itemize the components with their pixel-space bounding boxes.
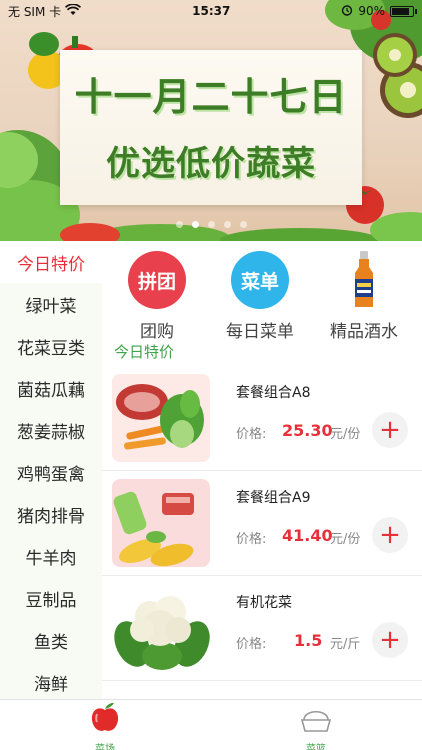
drinks-label: 精品酒水 <box>330 322 398 342</box>
product-image <box>112 584 210 672</box>
add-to-cart-button[interactable]: + <box>372 517 408 553</box>
product-price: 1.5 <box>294 631 323 650</box>
category-sidebar: 今日特价 绿叶菜 花菜豆类 菌菇瓜藕 葱姜蒜椒 鸡鸭蛋禽 猪肉排骨 牛羊肉 豆制品 鱼类 海鲜 <box>0 241 102 699</box>
daily-menu-label: 每日菜单 <box>226 322 294 342</box>
pagination-dot[interactable] <box>191 221 199 228</box>
sidebar-item[interactable]: 牛羊肉 <box>0 535 102 577</box>
pagination-dot[interactable] <box>207 221 215 228</box>
plus-icon: + <box>379 520 401 550</box>
sidebar-item[interactable]: 海鲜 <box>0 661 102 703</box>
apple-icon <box>88 700 122 738</box>
wifi-icon <box>65 2 82 19</box>
carrier-text: 无 SIM 卡 <box>8 4 62 19</box>
tab-basket[interactable]: 菜篮 <box>276 700 356 750</box>
banner-date-text: 十一月二十七日 <box>74 75 348 119</box>
basket-icon <box>299 700 333 738</box>
product-image <box>112 374 210 462</box>
product-price: 41.40 <box>282 526 333 545</box>
beer-bottle-icon <box>335 251 393 309</box>
daily-menu-badge: 菜单 <box>231 251 289 309</box>
promo-banner[interactable]: 无 SIM 卡 15:37 90% 十一月二十七日 优选低价蔬菜 <box>0 0 422 241</box>
banner-slogan-text: 优选低价蔬菜 <box>106 144 316 184</box>
pagination-dot[interactable] <box>223 221 231 228</box>
status-bar: 无 SIM 卡 15:37 90% <box>0 0 422 22</box>
price-unit: 元/份 <box>330 532 361 547</box>
sidebar-item[interactable]: 鱼类 <box>0 619 102 661</box>
add-to-cart-button[interactable]: + <box>372 622 408 658</box>
tab-basket-label: 菜篮 <box>306 744 326 750</box>
sidebar-item[interactable]: 猪肉排骨 <box>0 493 102 535</box>
product-name: 套餐组合A9 <box>236 490 311 506</box>
plus-icon: + <box>379 415 401 445</box>
alarm-icon <box>341 4 353 19</box>
product-price: 25.30 <box>282 421 333 440</box>
price-unit: 元/份 <box>330 427 361 442</box>
sidebar-item[interactable]: 绿叶菜 <box>0 283 102 325</box>
product-card[interactable]: 有机花菜 价格: 1.5 元/斤 + <box>102 576 422 681</box>
sidebar-item[interactable]: 菌菇瓜藕 <box>0 367 102 409</box>
status-right: 90% <box>341 4 417 19</box>
main-content: 拼团 团购 菜单 每日菜单 精品酒水 今日特价 套餐组合A8 价格: 25.30… <box>102 241 422 699</box>
add-to-cart-button[interactable]: + <box>372 412 408 448</box>
sidebar-item[interactable]: 鸡鸭蛋禽 <box>0 451 102 493</box>
product-card[interactable]: 套餐组合A8 价格: 25.30 元/份 + <box>102 366 422 471</box>
battery-fill <box>391 7 410 15</box>
clock-text: 15:37 <box>192 4 231 18</box>
plus-icon: + <box>379 625 401 655</box>
product-card[interactable]: 套餐组合A9 价格: 41.40 元/份 + <box>102 471 422 576</box>
section-title: 今日特价 <box>114 343 175 361</box>
product-name: 有机花菜 <box>236 595 292 611</box>
group-buy-badge: 拼团 <box>128 251 186 309</box>
battery-icon <box>389 5 417 17</box>
group-buy-label: 团购 <box>140 322 174 342</box>
product-name: 套餐组合A8 <box>236 385 311 401</box>
kiwi-decor <box>373 33 422 118</box>
banner-poster: 十一月二十七日 优选低价蔬菜 <box>60 50 362 205</box>
sidebar-item[interactable]: 今日特价 <box>0 241 102 283</box>
sidebar-item[interactable]: 花菜豆类 <box>0 325 102 367</box>
pagination-dot[interactable] <box>239 221 247 228</box>
tab-bar: 菜场 菜篮 <box>0 699 422 750</box>
sidebar-item[interactable]: 豆制品 <box>0 577 102 619</box>
product-image <box>112 479 210 567</box>
battery-text: 90% <box>358 4 385 18</box>
price-label: 价格: <box>236 427 267 442</box>
pagination-dot[interactable] <box>175 221 183 228</box>
group-buy-link[interactable]: 拼团 团购 <box>107 251 207 342</box>
tab-market[interactable]: 菜场 <box>65 700 145 750</box>
daily-menu-link[interactable]: 菜单 每日菜单 <box>210 251 310 342</box>
drinks-link[interactable]: 精品酒水 <box>314 251 414 342</box>
tab-market-label: 菜场 <box>95 744 115 750</box>
price-label: 价格: <box>236 532 267 547</box>
sidebar-item[interactable]: 葱姜蒜椒 <box>0 409 102 451</box>
price-unit: 元/斤 <box>330 637 361 652</box>
status-left: 无 SIM 卡 <box>8 2 82 20</box>
banner-pagination[interactable] <box>0 221 422 228</box>
price-label: 价格: <box>236 637 267 652</box>
